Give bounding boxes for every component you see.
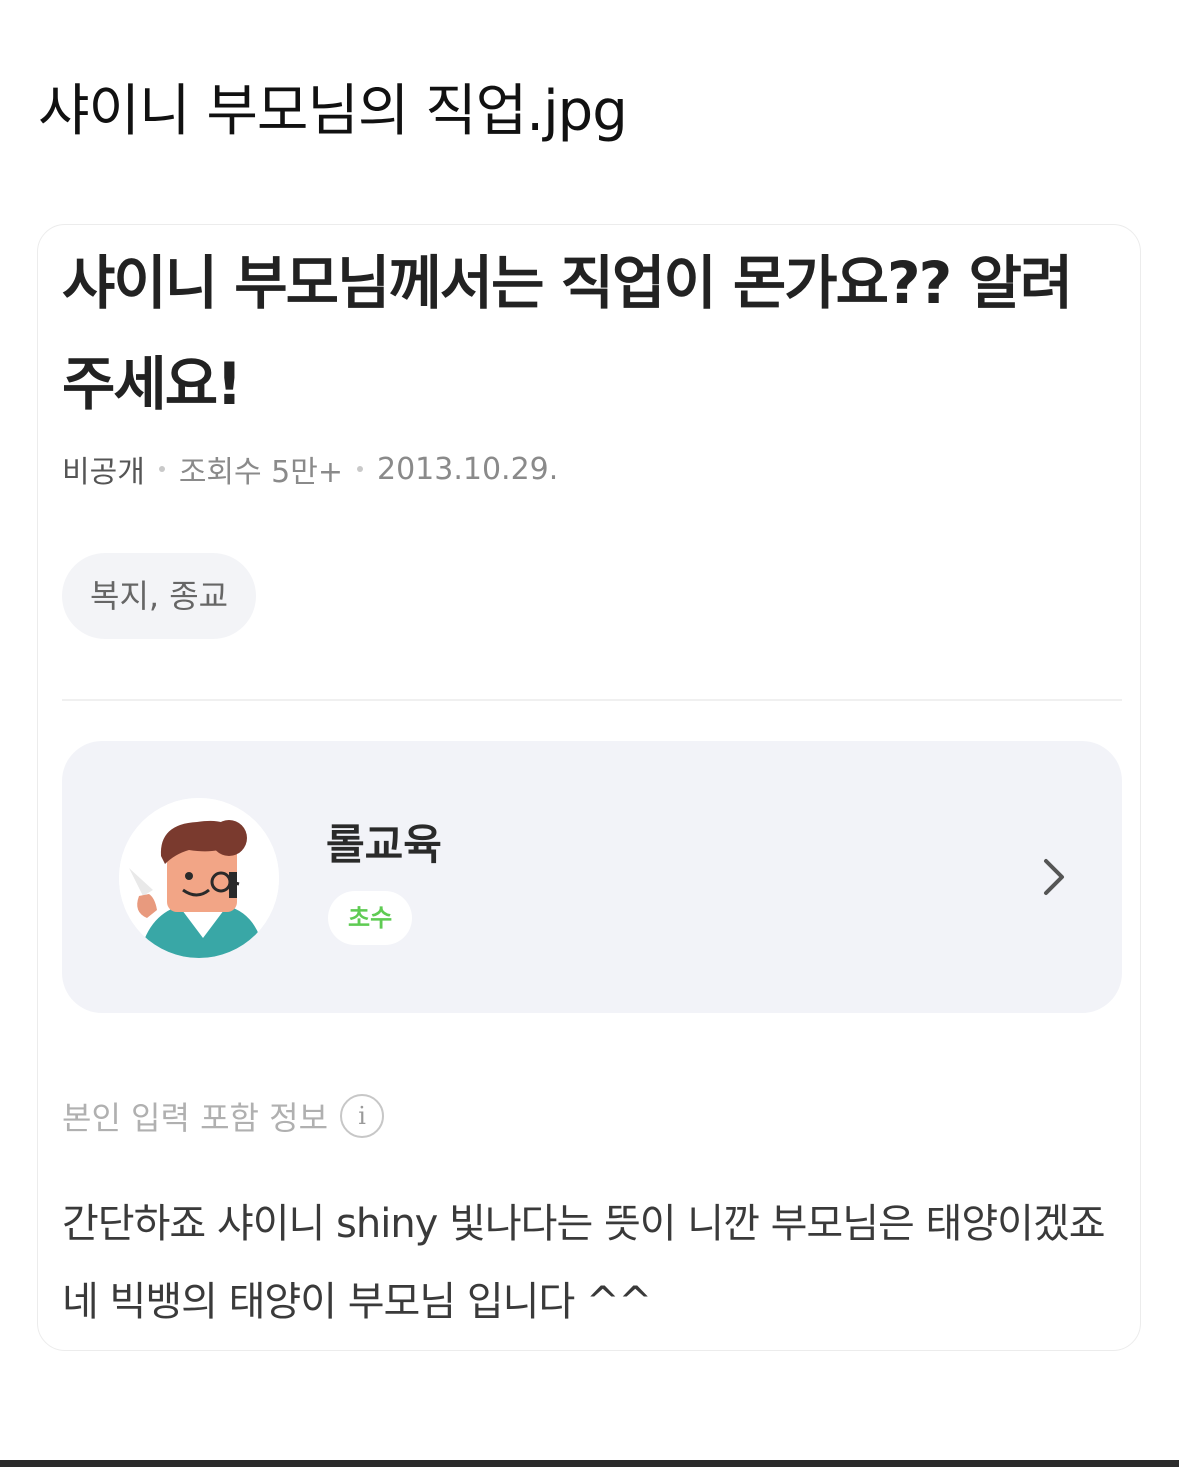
avatar-illustration xyxy=(119,798,279,958)
category-chip[interactable]: 복지, 종교 xyxy=(62,553,257,639)
character-avatar-icon[interactable] xyxy=(119,798,279,958)
question-card: 샤이니 부모님께서는 직업이 몬가요?? 알려주세요! 비공개 조회수 5만+ … xyxy=(37,224,1141,1351)
divider xyxy=(62,699,1122,701)
question-author: 비공개 xyxy=(62,455,145,490)
question-title: 샤이니 부모님께서는 직업이 몬가요?? 알려주세요! xyxy=(62,249,1073,418)
info-label: 본인 입력 포함 정보 xyxy=(62,1099,329,1137)
info-label-row: 본인 입력 포함 정보 i xyxy=(62,1093,385,1139)
meta-separator xyxy=(356,466,363,472)
question-meta: 비공개 조회수 5만+ 2013.10.29. xyxy=(62,447,558,491)
bottom-divider xyxy=(0,1460,1179,1467)
level-badge: 초수 xyxy=(328,891,413,945)
answerer-profile-card[interactable]: 롤교육 초수 xyxy=(62,741,1122,1013)
answerer-name: 롤교육 xyxy=(326,820,442,869)
post-title: 샤이니 부모님의 직업.jpg xyxy=(38,79,628,144)
chevron-right-icon[interactable] xyxy=(1034,853,1074,901)
answer-text: 간단하죠 샤이니 shiny 빛나다는 뜻이 니깐 부모님은 태양이겠죠 네 빅… xyxy=(62,1201,1106,1325)
question-views: 조회수 5만+ xyxy=(178,455,343,490)
info-icon[interactable]: i xyxy=(340,1094,385,1138)
question-date: 2013.10.29. xyxy=(376,451,559,487)
meta-separator xyxy=(158,466,165,472)
